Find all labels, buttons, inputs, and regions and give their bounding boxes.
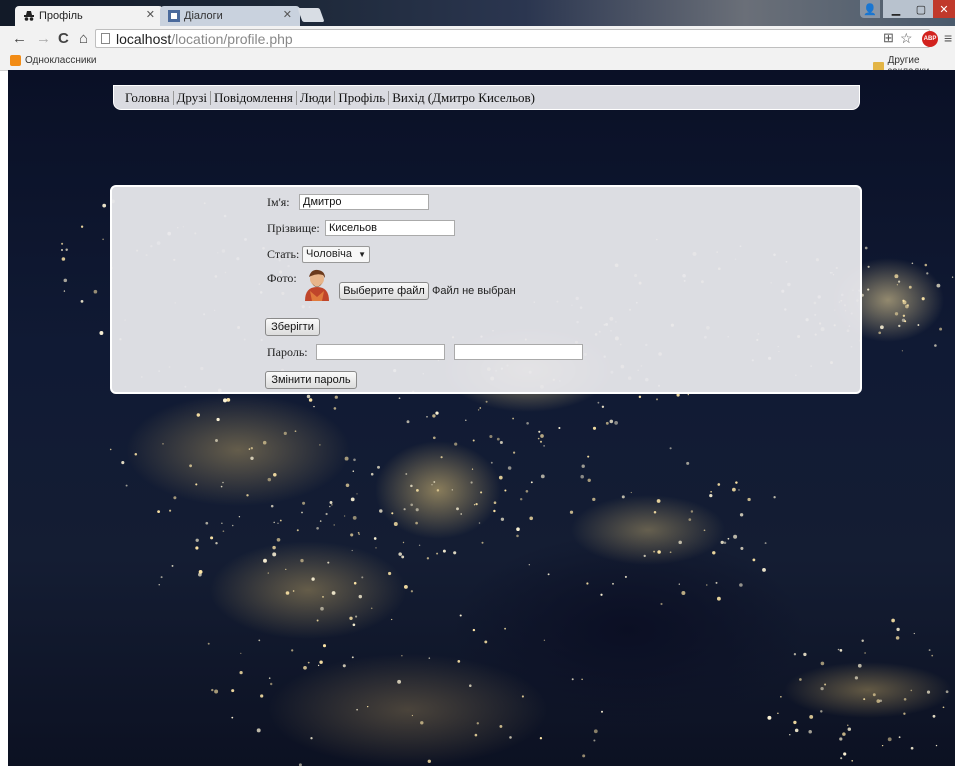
first-name-label: Ім'я: [267,195,290,209]
gender-select[interactable]: Чоловіча ▼ [302,246,370,263]
nav-home[interactable]: Головна [122,90,174,105]
bookmarks-bar: Одноклассники Другие закладки [0,52,955,77]
city-lights-image [60,199,954,766]
nav-friends[interactable]: Друзі [174,90,212,105]
forward-arrow-icon[interactable]: → [36,30,51,47]
new-tab-button[interactable] [297,8,325,22]
reload-icon[interactable]: C [58,30,69,47]
adblock-icon[interactable]: ABP [922,31,938,47]
photo-label: Фото: [267,271,297,285]
choose-file-button[interactable]: Выберите файл [339,282,429,300]
address-bar[interactable]: localhost/location/profile.php [95,29,930,48]
tab-dialogs[interactable]: Діалоги ✕ [160,6,300,26]
home-icon[interactable]: ⌂ [79,30,88,47]
user-profile-icon[interactable]: 👤 [860,0,880,18]
gender-label: Стать: [267,247,300,261]
change-password-button[interactable]: Змінити пароль [265,371,357,389]
save-button[interactable]: Зберігти [265,318,320,336]
odnoklassniki-icon [10,55,21,66]
last-name-label: Прізвище: [267,221,320,235]
file-status-text: Файл не выбран [432,285,516,297]
page-icon [101,33,110,44]
url-path: /location/profile.php [171,30,293,47]
tab-title: Діалоги [184,10,223,22]
star-icon[interactable]: ☆ [900,30,913,47]
night-map-background [8,70,955,766]
password-field[interactable] [316,344,445,360]
browser-tab-bar: Профіль ✕ Діалоги ✕ 👤 ▁ ▢ ✕ [0,0,955,26]
password-label: Пароль: [267,345,308,359]
password-confirm-field[interactable] [454,344,583,360]
url-host: localhost [116,30,172,47]
profile-form-panel: Ім'я: Дмитро Прізвище: Кисельов Стать: Ч… [110,185,862,394]
tab-close-icon[interactable]: ✕ [283,8,292,21]
nav-people[interactable]: Люди [297,90,336,105]
incognito-icon [24,11,34,21]
bookmark-label: Одноклассники [25,55,97,66]
nav-messages[interactable]: Повідомлення [211,90,297,105]
site-nav-menu: Головна Друзі Повідомлення Люди Профіль … [113,85,860,110]
nav-logout[interactable]: Вихід (Дмитро Кисельов) [389,90,538,105]
dialogs-favicon-icon [168,10,180,22]
tab-profile[interactable]: Профіль ✕ [15,6,163,26]
tab-close-icon[interactable]: ✕ [146,8,155,21]
nav-profile[interactable]: Профіль [335,90,390,105]
translate-icon[interactable]: ⊞ [883,30,894,46]
bookmark-odnoklassniki[interactable]: Одноклассники [10,55,96,66]
tab-title: Профіль [39,10,83,22]
first-name-field[interactable]: Дмитро [299,194,429,210]
menu-icon[interactable]: ≡ [944,30,952,46]
minimize-button[interactable]: ▁ [883,0,909,18]
maximize-button[interactable]: ▢ [909,0,933,18]
gender-value: Чоловіча [306,248,353,260]
avatar [305,269,329,301]
window-close-button[interactable]: ✕ [933,0,955,18]
back-arrow-icon[interactable]: ← [12,30,27,47]
last-name-field[interactable]: Кисельов [325,220,455,236]
chevron-down-icon: ▼ [358,250,366,259]
